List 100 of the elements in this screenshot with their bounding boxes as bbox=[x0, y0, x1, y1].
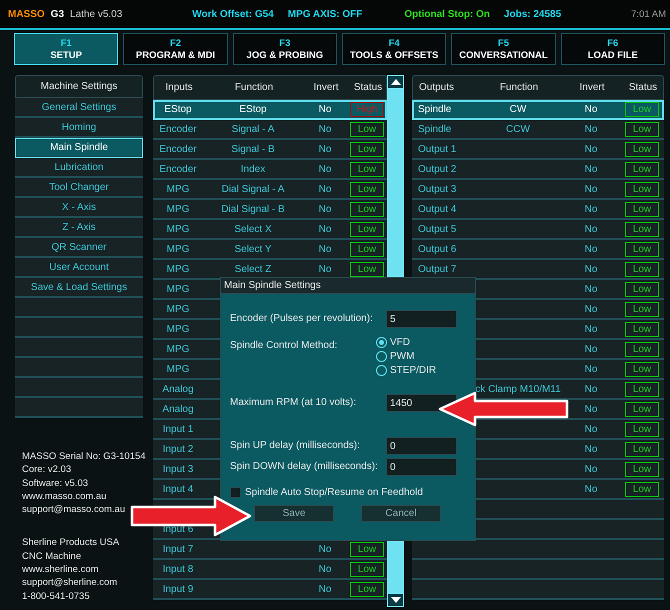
info-text: www.sherline.com bbox=[22, 563, 100, 576]
table-cell-text: CW bbox=[508, 104, 528, 114]
table-cell-text: No bbox=[584, 464, 598, 474]
table-cell-text: No bbox=[584, 484, 598, 494]
info-text: MASSO Serial No: G3-10154 bbox=[22, 450, 143, 464]
table-cell-text: CCW bbox=[505, 124, 531, 134]
table-cell-text: No bbox=[318, 144, 332, 154]
table-cell-text: Input 7 bbox=[162, 544, 194, 554]
table-cell-text: No bbox=[584, 124, 598, 134]
table-cell-text: Analog bbox=[161, 404, 195, 414]
status-indicator: Low bbox=[625, 182, 659, 196]
optional-stop-status: Optional Stop: On bbox=[404, 8, 490, 20]
table-cell-text: No bbox=[318, 184, 332, 194]
status-indicator: Low bbox=[625, 382, 659, 396]
field-label: Encoder (Pulses per revolution): bbox=[230, 312, 373, 324]
status-indicator: Low bbox=[625, 222, 659, 236]
table-cell-text: No bbox=[318, 224, 332, 234]
table-cell-text: Signal - B bbox=[230, 144, 276, 154]
info-text: Software: v5.03 bbox=[22, 476, 90, 490]
table-cell-text: No bbox=[584, 204, 598, 214]
table-cell-text: MPG bbox=[166, 244, 190, 254]
sidebar-header: Machine Settings bbox=[15, 75, 143, 98]
table-cell-text: No bbox=[584, 364, 598, 374]
table-cell-text: Encoder bbox=[158, 164, 198, 174]
status-indicator: Low bbox=[625, 302, 659, 316]
table-cell-text: MPG bbox=[166, 344, 190, 354]
table-cell-text: No bbox=[584, 184, 598, 194]
status-indicator: Low bbox=[625, 322, 659, 336]
column-header: Invert bbox=[312, 82, 340, 93]
status-indicator: Low bbox=[625, 202, 659, 216]
table-cell-text: Input 4 bbox=[162, 484, 194, 494]
version-label: Lathe v5.03 bbox=[70, 8, 122, 20]
status-indicator: Low bbox=[350, 542, 384, 556]
table-cell-text: Spindle bbox=[417, 104, 452, 114]
status-indicator: Low bbox=[625, 262, 659, 276]
table-cell-text: Spindle bbox=[417, 124, 452, 134]
table-cell-text: Output 5 bbox=[417, 224, 458, 234]
table-cell-text: Input 3 bbox=[162, 464, 194, 474]
table-cell-text: No bbox=[584, 244, 598, 254]
table-cell-text: Output 6 bbox=[417, 244, 458, 254]
column-header: Function bbox=[498, 82, 540, 93]
column-header: Function bbox=[234, 82, 274, 93]
table-cell-text: No bbox=[584, 424, 598, 434]
info-text: 1-800-541-0735 bbox=[22, 590, 91, 603]
table-cell-text: No bbox=[584, 324, 598, 334]
jobs-count: Jobs: 24585 bbox=[504, 8, 562, 20]
table-cell-text: No bbox=[584, 164, 598, 174]
table-cell-text: No bbox=[318, 104, 332, 114]
table-cell-text: No bbox=[584, 144, 598, 154]
status-indicator: Low bbox=[625, 122, 659, 136]
info-text: CNC Machine bbox=[22, 550, 82, 564]
table-cell-text: Select Y bbox=[233, 244, 273, 254]
table-cell-text: MPG bbox=[166, 284, 190, 294]
column-header: Invert bbox=[578, 82, 606, 93]
status-indicator: Low bbox=[350, 142, 384, 156]
table-cell-text: Input 1 bbox=[162, 424, 194, 434]
brand-name: MASSO bbox=[8, 8, 45, 20]
status-indicator: Low bbox=[350, 562, 384, 576]
field-label: Spindle Control Method: bbox=[230, 339, 338, 351]
table-cell-text: MPG bbox=[166, 324, 190, 334]
table-cell-text: Signal - A bbox=[230, 124, 276, 134]
table-cell-text: Output 1 bbox=[417, 144, 458, 154]
status-indicator: Low bbox=[625, 422, 659, 436]
table-cell-text: No bbox=[318, 544, 332, 554]
table-cell-text: MPG bbox=[166, 224, 190, 234]
status-indicator: Low bbox=[625, 242, 659, 256]
table-cell-text: No bbox=[584, 104, 598, 114]
column-header: Outputs bbox=[418, 82, 456, 93]
table-cell-text: No bbox=[584, 344, 598, 354]
status-indicator: Low bbox=[350, 242, 384, 256]
field-label: Spin DOWN delay (milliseconds): bbox=[230, 460, 378, 472]
status-indicator: Low bbox=[625, 442, 659, 456]
table-cell-text: No bbox=[318, 584, 332, 594]
table-cell-text: MPG bbox=[166, 264, 190, 274]
status-indicator: Low bbox=[625, 402, 659, 416]
work-offset: Work Offset: G54 bbox=[192, 8, 274, 20]
model-name: G3 bbox=[50, 8, 64, 20]
table-cell-text: Encoder bbox=[158, 124, 198, 134]
info-text: support@sherline.com bbox=[22, 576, 118, 590]
table-cell-text: Index bbox=[240, 164, 266, 174]
status-indicator: Low bbox=[350, 582, 384, 596]
clock-time: 7:01 AM bbox=[631, 8, 666, 20]
table-cell: ck Clamp M10/M11 bbox=[474, 384, 562, 394]
table-cell-text: MPG bbox=[166, 204, 190, 214]
table-cell-text: MPG bbox=[166, 364, 190, 374]
column-header: Status bbox=[628, 82, 658, 93]
table-cell-text: No bbox=[584, 404, 598, 414]
table-cell-text: MPG bbox=[166, 304, 190, 314]
table-cell-text: Input 8 bbox=[162, 564, 194, 574]
status-indicator: Low bbox=[350, 182, 384, 196]
table-cell-text: Select Z bbox=[234, 264, 272, 274]
table-cell-text: Input 9 bbox=[162, 584, 194, 594]
mpg-axis-status: MPG AXIS: OFF bbox=[288, 8, 362, 20]
status-indicator: Low bbox=[625, 102, 659, 116]
field-label: Spin UP delay (milliseconds): bbox=[230, 439, 360, 451]
table-cell-text: No bbox=[584, 304, 598, 314]
status-indicator: Low bbox=[625, 462, 659, 476]
table-cell-text: Output 2 bbox=[417, 164, 458, 174]
table-cell-text: Output 4 bbox=[417, 204, 458, 214]
table-cell-text: No bbox=[584, 444, 598, 454]
